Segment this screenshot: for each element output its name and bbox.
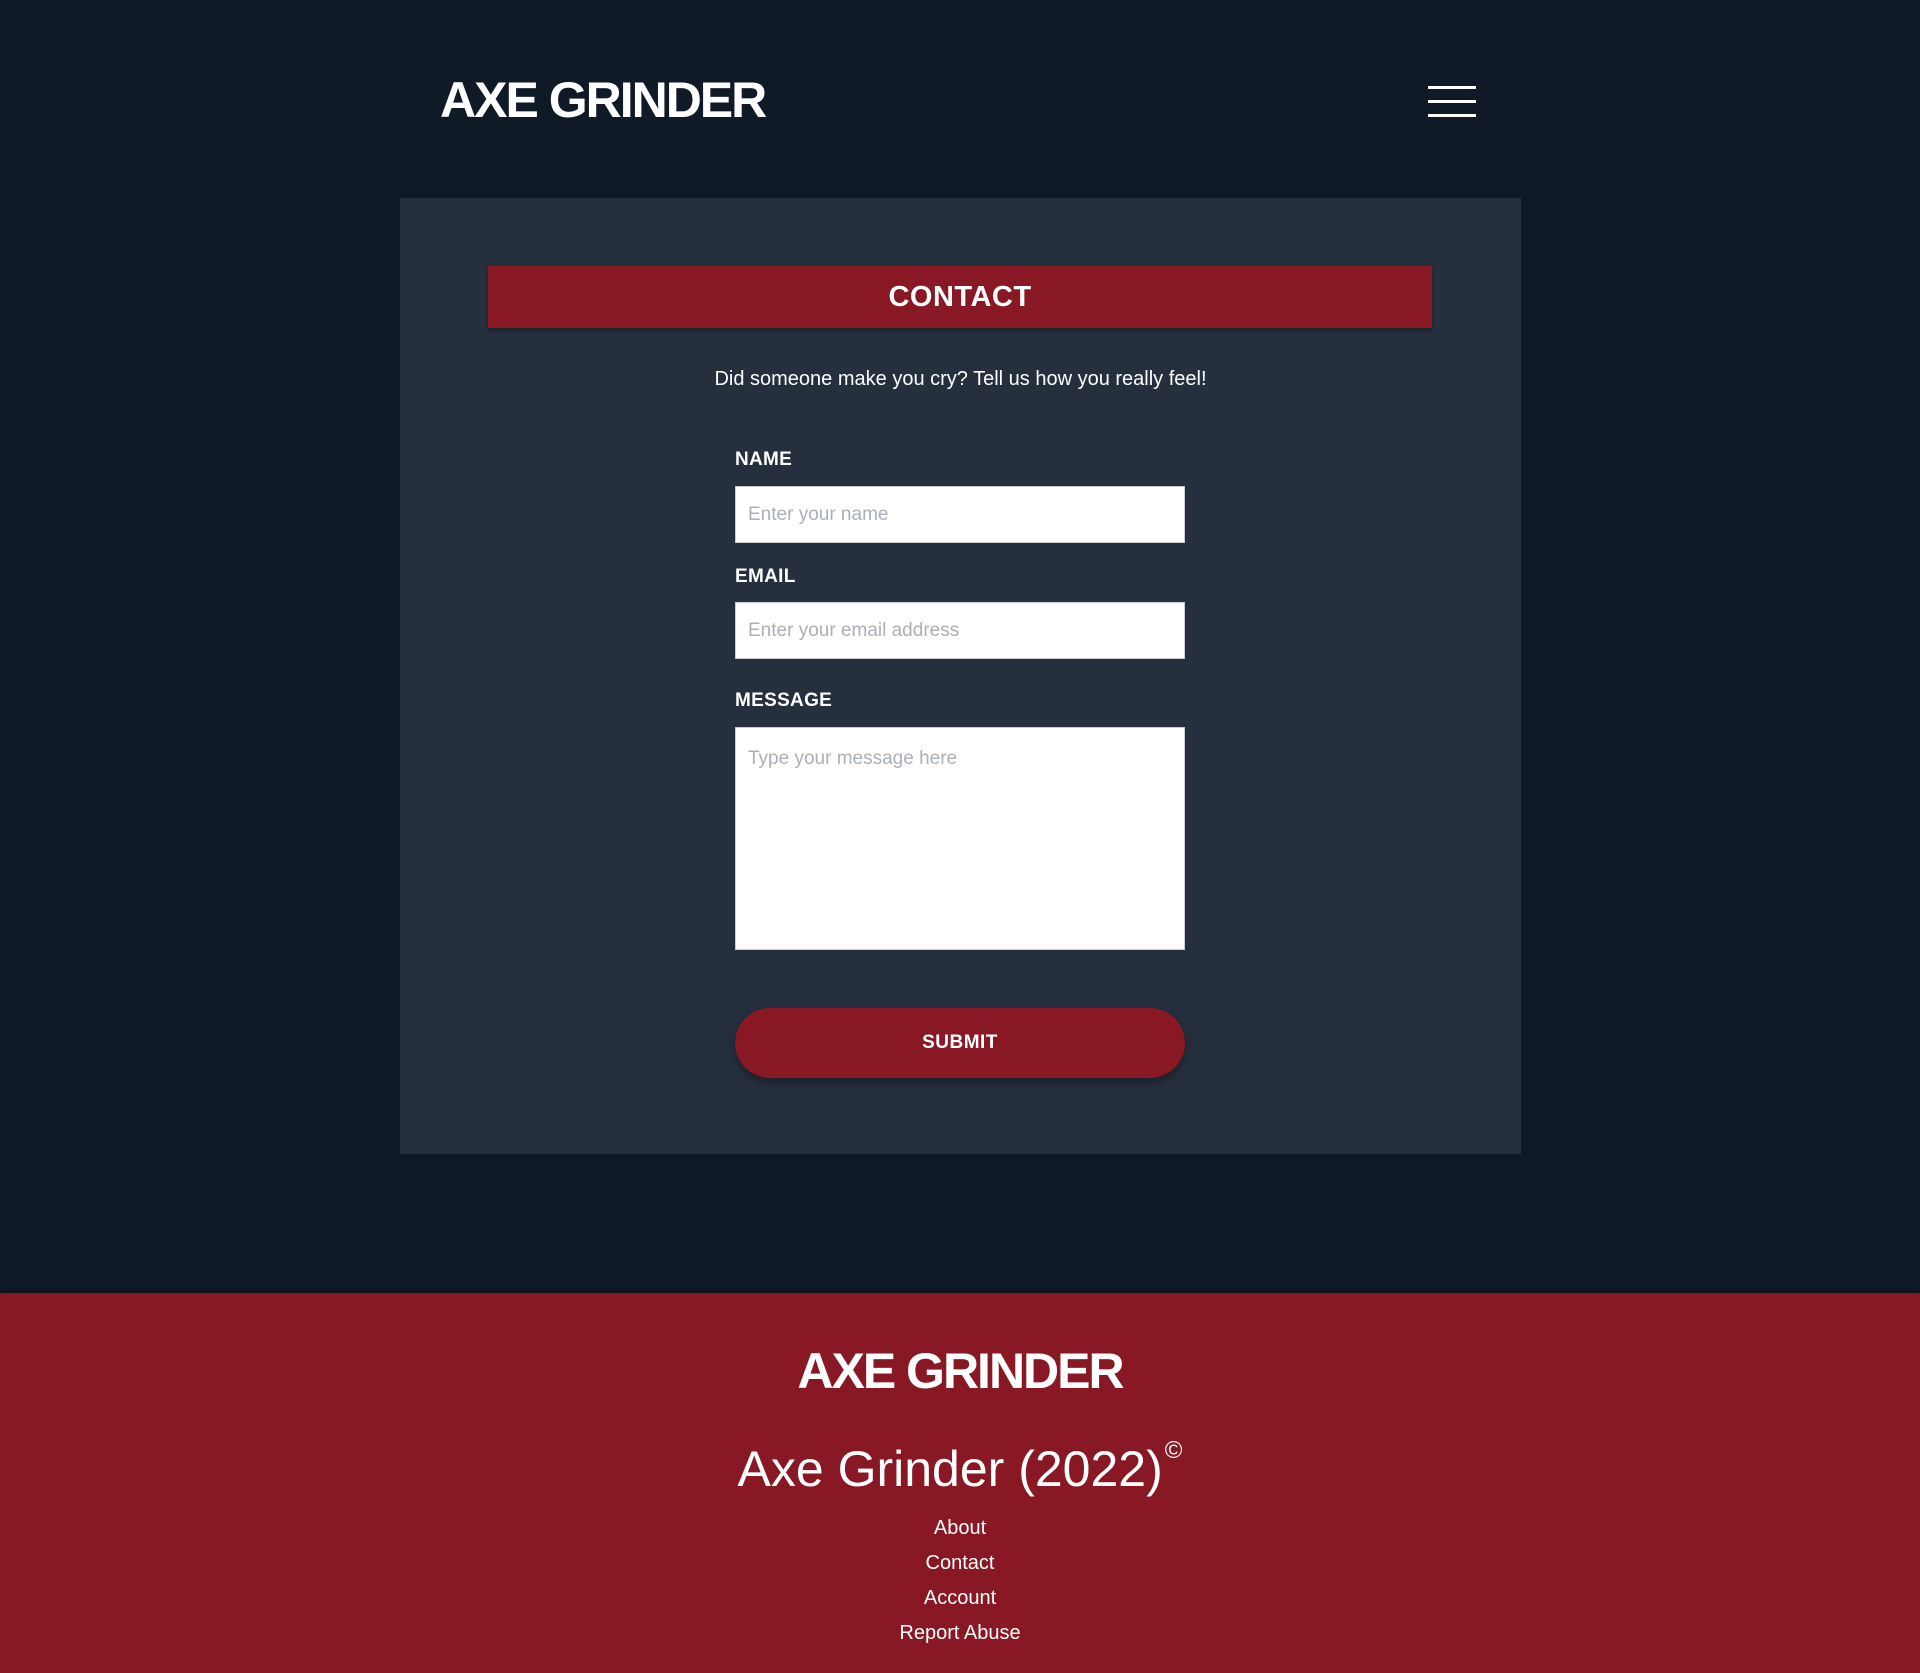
copyright-icon: ©	[1164, 1437, 1183, 1464]
hamburger-menu-button[interactable]	[1428, 82, 1476, 120]
site-header: AXE GRINDER	[0, 0, 1920, 198]
footer-link-item: Account	[0, 1581, 1920, 1616]
footer-link-account[interactable]: Account	[924, 1587, 996, 1609]
copyright-notice: Axe Grinder (2022)©	[0, 1421, 1920, 1499]
contact-tagline: Did someone make you cry? Tell us how yo…	[714, 368, 1207, 390]
footer-nav: About Contact Account Report Abuse	[0, 1511, 1920, 1651]
email-label: EMAIL	[735, 566, 796, 587]
footer-logo[interactable]: AXE GRINDER	[0, 1341, 1920, 1401]
hamburger-menu-icon	[1428, 86, 1476, 117]
submit-button[interactable]: SUBMIT	[735, 1008, 1185, 1078]
footer-link-item: Report Abuse	[0, 1616, 1920, 1651]
message-label: MESSAGE	[735, 690, 833, 711]
contact-title: CONTACT	[488, 266, 1432, 328]
contact-card: CONTACT Did someone make you cry? Tell u…	[400, 198, 1521, 1154]
copyright-text: Axe Grinder (2022)	[737, 1441, 1163, 1497]
message-textarea[interactable]	[735, 727, 1185, 950]
email-input[interactable]	[735, 602, 1185, 659]
footer-link-item: About	[0, 1511, 1920, 1546]
name-label: NAME	[735, 449, 793, 470]
site-logo[interactable]: AXE GRINDER	[440, 70, 767, 130]
site-footer: AXE GRINDER Axe Grinder (2022)© About Co…	[0, 1293, 1920, 1673]
footer-link-contact[interactable]: Contact	[926, 1552, 995, 1574]
footer-link-item: Contact	[0, 1546, 1920, 1581]
name-input[interactable]	[735, 486, 1185, 543]
footer-link-about[interactable]: About	[934, 1517, 986, 1539]
footer-link-report-abuse[interactable]: Report Abuse	[899, 1622, 1020, 1644]
